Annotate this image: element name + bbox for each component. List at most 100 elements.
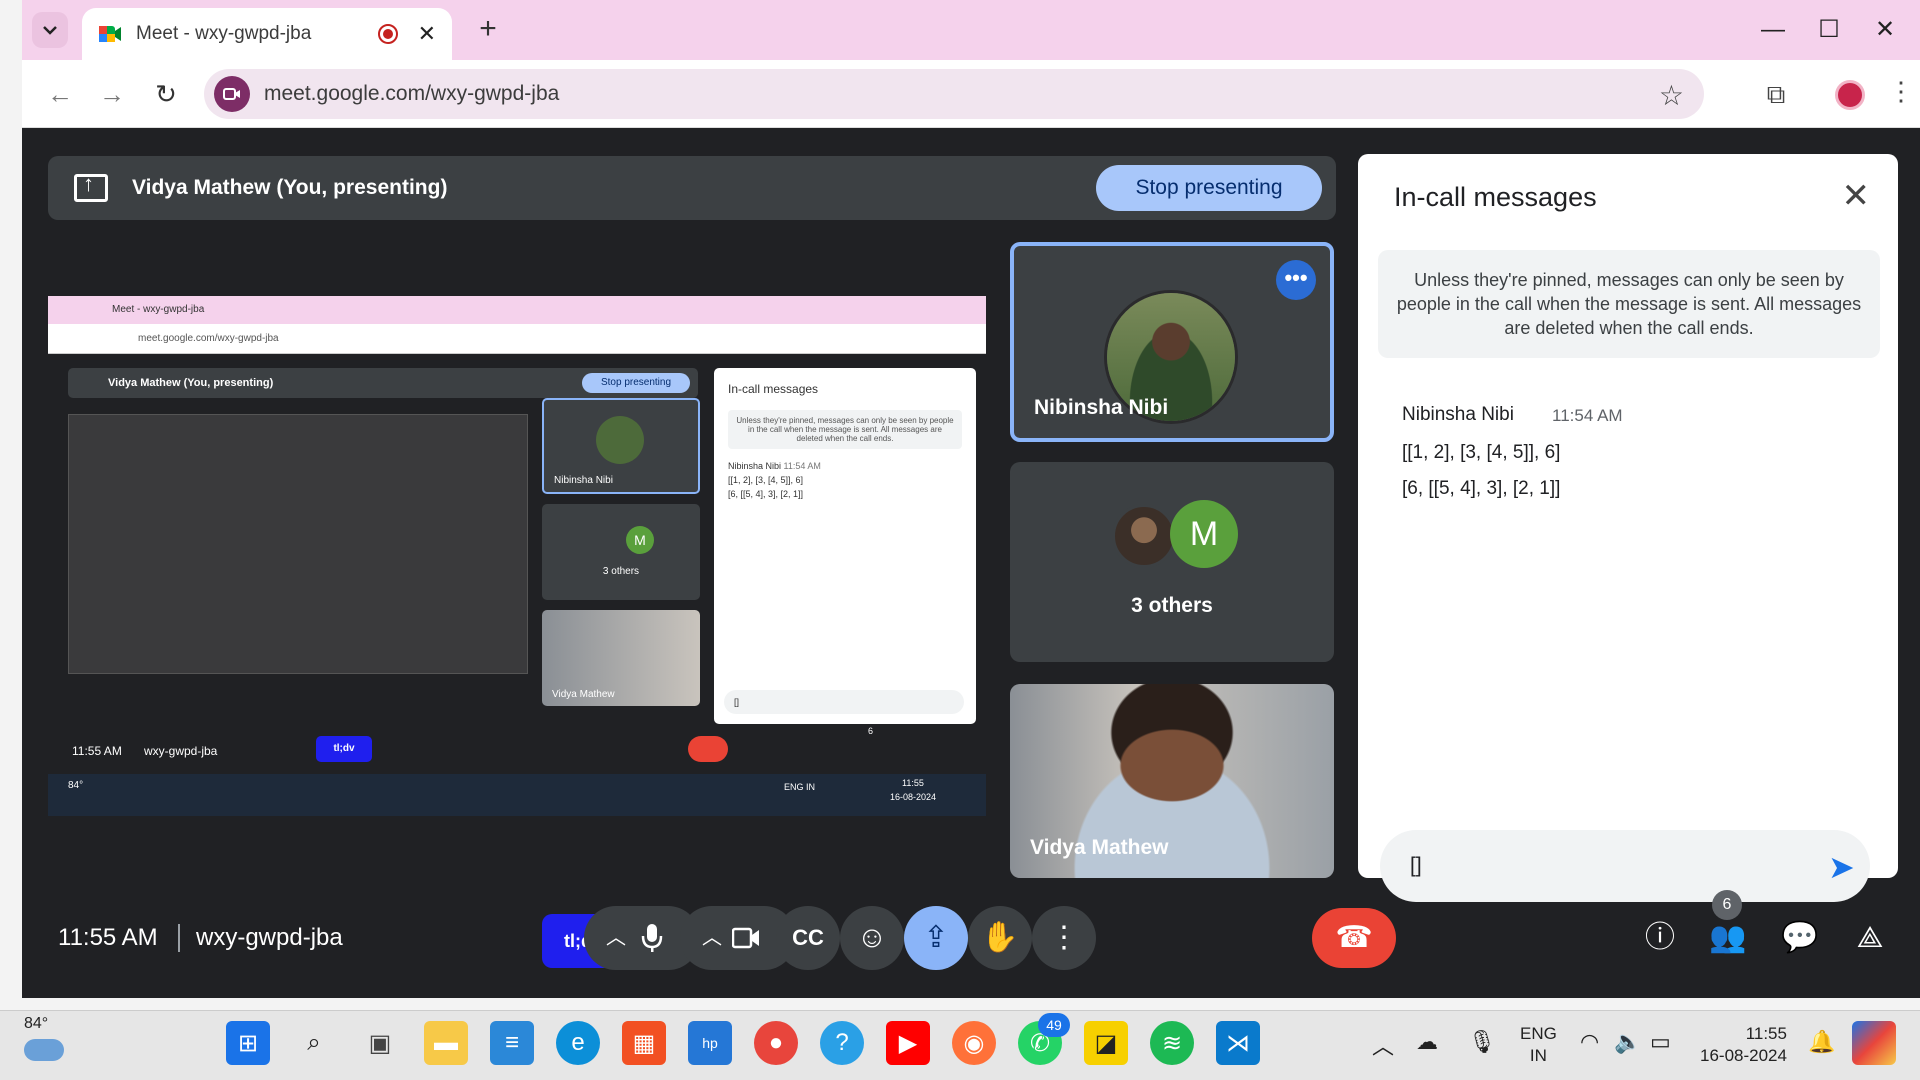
youtube-icon[interactable]: ▶ — [886, 1021, 930, 1065]
preview-avatar — [596, 416, 644, 464]
extensions-icon[interactable]: ⧉ — [1758, 76, 1794, 112]
clock-time: 11:55 — [1745, 1024, 1787, 1043]
participant-name: Vidya Mathew — [1030, 836, 1169, 859]
presenting-bar: Vidya Mathew (You, presenting) Stop pres… — [48, 156, 1336, 220]
meet-favicon-icon — [99, 26, 121, 42]
url-text: meet.google.com/wxy-gwpd-jba — [264, 82, 560, 105]
volume-icon[interactable]: 🔈 — [1614, 1029, 1641, 1055]
microphone-tray-icon[interactable]: 🎙 — [1468, 1029, 1496, 1055]
notifications-icon[interactable]: 🔔 — [1808, 1029, 1835, 1055]
message-text: [[1, 2], [3, [4, 5]], 6] — [1402, 442, 1561, 463]
browser-window: Meet - wxy-gwpd-jba ✕ + — ☐ ✕ ← → ↻ meet… — [22, 0, 1920, 998]
preview-taskbar: 84° ENG IN 11:55 16-08-2024 — [48, 774, 986, 816]
participant-avatar — [1112, 504, 1176, 568]
notepad-icon[interactable]: ≡ — [490, 1021, 534, 1065]
wifi-icon[interactable]: ◠ — [1580, 1029, 1599, 1055]
lang-line-1: ENG — [1520, 1024, 1557, 1043]
chat-input[interactable] — [1380, 830, 1870, 902]
language-indicator[interactable]: ENG IN — [1520, 1023, 1557, 1067]
video-camera-icon — [223, 88, 240, 100]
preview-msg-2: [6, [[5, 4], 3], [2, 1]] — [728, 489, 804, 499]
activities-icon[interactable]: ⟁ — [1842, 910, 1898, 966]
tab-title: Meet - wxy-gwpd-jba — [136, 23, 312, 44]
participant-avatar-initial: M — [1170, 500, 1238, 568]
tab-search-button[interactable] — [32, 12, 68, 48]
browser-tab[interactable]: Meet - wxy-gwpd-jba ✕ — [82, 8, 452, 60]
chrome-icon[interactable]: ● — [754, 1021, 798, 1065]
preview-time: 11:55 — [902, 778, 924, 788]
maximize-button[interactable]: ☐ — [1804, 10, 1854, 50]
profile-avatar[interactable] — [1835, 80, 1865, 110]
myhp-icon[interactable]: hp — [688, 1021, 732, 1065]
meeting-info-icon[interactable]: ⓘ — [1632, 910, 1688, 966]
minimize-button[interactable]: — — [1748, 10, 1798, 50]
tile-others[interactable]: M 3 others — [1010, 462, 1334, 662]
send-icon[interactable]: ➤ — [1828, 848, 1855, 886]
tile-nibinsha[interactable]: ••• Nibinsha Nibi — [1010, 242, 1334, 442]
preview-chat-input: [] — [724, 690, 964, 714]
tray-chevron-icon[interactable]: ︿ — [1372, 1029, 1394, 1061]
file-explorer-icon[interactable]: ▬ — [424, 1021, 468, 1065]
battery-icon[interactable]: ▭ — [1650, 1029, 1671, 1055]
captions-icon[interactable]: CC — [776, 906, 840, 970]
windows-taskbar: 84° ⊞ ⌕ ▣ ▬ ≡ e ▦ hp ● ? ▶ ◉ ✆ 49 ◪ ≋ ⋊ … — [0, 1010, 1920, 1080]
preview-temp: 84° — [68, 780, 84, 791]
preview-msg-sender: Nibinsha Nibi — [728, 461, 782, 471]
site-info-icon[interactable] — [214, 76, 250, 112]
close-window-button[interactable]: ✕ — [1860, 10, 1910, 50]
meet-area: Vidya Mathew (You, presenting) Stop pres… — [22, 128, 1920, 998]
start-icon[interactable]: ⊞ — [226, 1021, 270, 1065]
close-icon[interactable]: ✕ — [1842, 176, 1871, 216]
bookmark-star-icon[interactable]: ☆ — [1659, 79, 1684, 112]
weather-widget[interactable]: 84° — [24, 1015, 84, 1061]
screen-share-preview: Meet - wxy-gwpd-jba meet.google.com/wxy-… — [48, 296, 986, 816]
emoji-icon[interactable]: ☺ — [840, 906, 904, 970]
leave-call-button[interactable]: ☎ — [1312, 908, 1396, 968]
message-sender: Nibinsha Nibi — [1402, 404, 1514, 425]
firefox-icon[interactable]: ◉ — [952, 1021, 996, 1065]
copilot-icon[interactable] — [1852, 1021, 1896, 1065]
browser-menu-icon[interactable]: ⋮ — [1888, 76, 1914, 107]
help-icon[interactable]: ? — [820, 1021, 864, 1065]
chat-notice: Unless they're pinned, messages can only… — [1378, 250, 1880, 358]
chevron-down-icon — [43, 26, 57, 35]
vscode-icon[interactable]: ⋊ — [1216, 1021, 1260, 1065]
preview-code: wxy-gwpd-jba — [144, 744, 218, 758]
preview-chat-title: In-call messages — [728, 382, 819, 396]
reload-icon[interactable]: ↻ — [148, 76, 184, 112]
chat-icon[interactable]: 💬 — [1772, 910, 1828, 966]
preview-hangup — [688, 736, 728, 762]
preview-msg-1: [[1, 2], [3, [4, 5]], 6] — [728, 475, 804, 485]
onedrive-icon[interactable]: ☁ — [1416, 1029, 1438, 1055]
present-now-icon[interactable]: ⇪ — [904, 906, 968, 970]
meeting-clock: 11:55 AM — [58, 924, 158, 951]
system-clock[interactable]: 11:55 16-08-2024 — [1700, 1023, 1787, 1067]
spotify-icon[interactable]: ≋ — [1150, 1021, 1194, 1065]
temperature: 84° — [24, 1015, 49, 1032]
preview-presenting-label: Vidya Mathew (You, presenting) — [108, 377, 274, 389]
stop-presenting-button[interactable]: Stop presenting — [1096, 165, 1322, 211]
preview-controls: 11:55 AM wxy-gwpd-jba tl;dv 6 — [48, 726, 986, 774]
preview-people-count: 6 — [868, 726, 874, 736]
store-icon[interactable]: ▦ — [622, 1021, 666, 1065]
preview-stop-button: Stop presenting — [582, 373, 690, 393]
edge-icon[interactable]: e — [556, 1021, 600, 1065]
more-options-icon[interactable]: ⋮ — [1032, 906, 1096, 970]
raise-hand-icon[interactable]: ✋ — [968, 906, 1032, 970]
tab-close-icon[interactable]: ✕ — [418, 21, 436, 47]
sticky-notes-icon[interactable]: ◪ — [1084, 1021, 1128, 1065]
back-icon[interactable]: ← — [42, 76, 78, 112]
task-view-icon[interactable]: ▣ — [358, 1021, 402, 1065]
more-options-button[interactable]: ••• — [1276, 260, 1316, 300]
address-bar[interactable]: meet.google.com/wxy-gwpd-jba ☆ — [204, 69, 1704, 119]
browser-toolbar: ← → ↻ meet.google.com/wxy-gwpd-jba ☆ ⧉ ⋮ — [22, 60, 1920, 128]
search-icon[interactable]: ⌕ — [292, 1021, 336, 1065]
preview-address-bar: meet.google.com/wxy-gwpd-jba — [48, 324, 986, 354]
divider — [178, 924, 180, 952]
camera-icon[interactable] — [714, 906, 778, 970]
forward-icon[interactable]: → — [94, 76, 130, 112]
preview-others-avatar: M — [626, 526, 654, 554]
new-tab-button[interactable]: + — [470, 12, 506, 48]
microphone-icon[interactable] — [620, 906, 684, 970]
tile-vidya[interactable]: Vidya Mathew — [1010, 684, 1334, 878]
